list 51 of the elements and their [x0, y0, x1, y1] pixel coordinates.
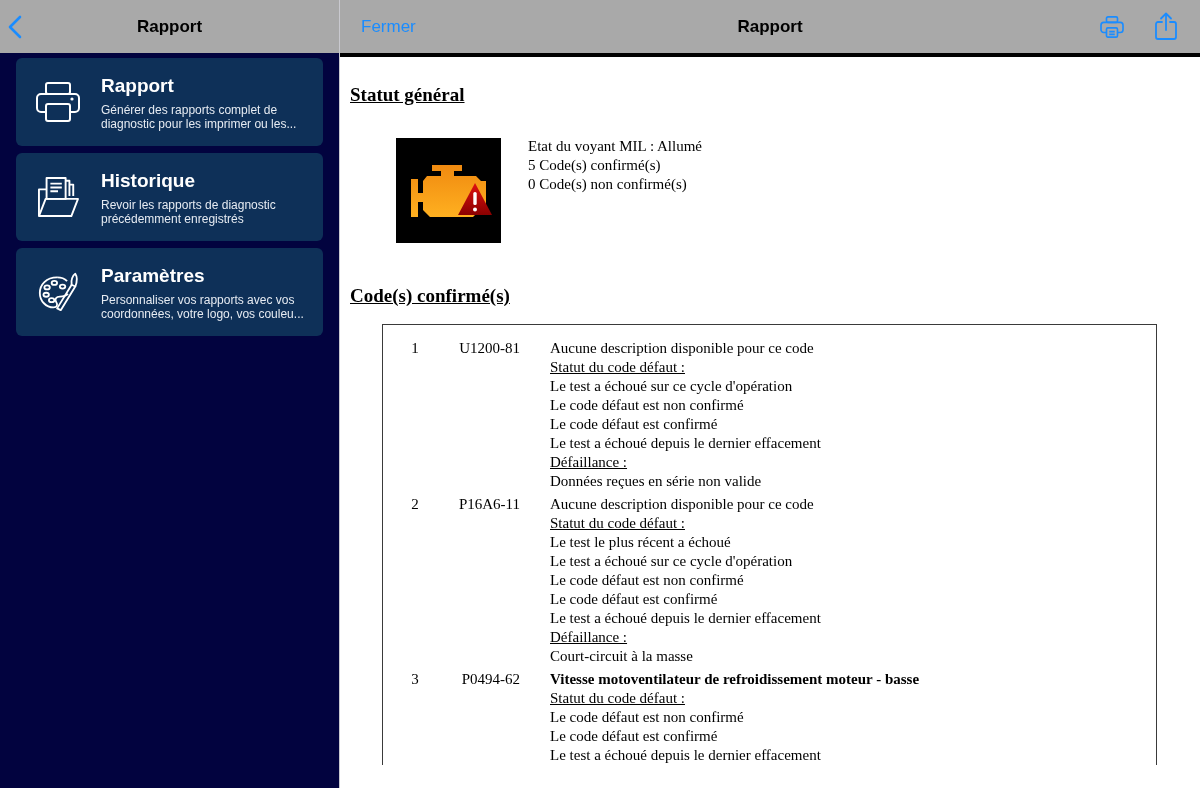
status-text: Etat du voyant MIL : Allumé [528, 137, 702, 156]
status-line: Le code défaut est confirmé [550, 590, 719, 609]
status-line: Le code défaut est confirmé [550, 727, 719, 746]
code-number: 1 [410, 339, 420, 358]
card-description: Revoir les rapports de diagnostic précédemment enregistrés [101, 198, 277, 226]
card-title: Rapport [101, 75, 175, 97]
printer-icon [36, 82, 80, 122]
failure-line: Données reçues en série non valide [550, 472, 763, 491]
print-icon[interactable] [1100, 15, 1124, 38]
status-line: Le code défaut est non confirmé [550, 571, 745, 590]
back-icon[interactable] [8, 14, 22, 39]
navigation-title: Rapport [737, 16, 803, 37]
fault-code: U1200-81 [458, 339, 520, 358]
section-heading: Statut général [350, 84, 466, 106]
status-line: Le test a échoué depuis le dernier effacement [550, 746, 822, 765]
status-line: Le code défaut est non confirmé [550, 396, 745, 415]
fault-code: P16A6-11 [457, 495, 520, 514]
code-number: 3 [410, 670, 420, 689]
status-heading: Statut du code défaut : [550, 514, 686, 533]
status-line: Le test a échoué depuis le dernier effacement [550, 434, 822, 453]
share-icon[interactable] [1155, 11, 1177, 40]
failure-heading: Défaillance : [550, 628, 629, 647]
card-title: Paramètres [101, 265, 206, 287]
status-text: 5 Code(s) confirmé(s) [528, 156, 662, 175]
fault-code: P0494-62 [460, 670, 520, 689]
folder-icon [36, 177, 80, 217]
code-description: Aucune description disponible pour ce code [550, 339, 815, 358]
card-description: Personnaliser vos rapports avec vos coordonnées, votre logo, vos couleu... [101, 293, 305, 321]
status-line: Le test a échoué sur ce cycle d'opération [550, 552, 794, 571]
palette-icon [36, 272, 80, 312]
menu-card[interactable]: Rapport Générer des rapports complet de diagnostic pour les imprimer ou les... [16, 58, 323, 146]
failure-line: Court-circuit à la masse [550, 647, 694, 666]
code-description: Aucune description disponible pour ce code [550, 495, 815, 514]
status-line: Le code défaut est confirmé [550, 415, 719, 434]
status-text: 0 Code(s) non confirmé(s) [528, 175, 688, 194]
menu-card[interactable]: Paramètres Personnaliser vos rapports avec vos coordonnées, votre logo, vos couleu... [16, 248, 323, 336]
status-line: Le test a échoué sur ce cycle d'opération [550, 377, 794, 396]
status-heading: Statut du code défaut : [550, 689, 686, 708]
status-line: Le code défaut est non confirmé [550, 708, 745, 727]
menu-card[interactable]: Historique Revoir les rapports de diagnostic précédemment enregistrés [16, 153, 323, 241]
status-line: Le test le plus récent a échoué [550, 533, 732, 552]
failure-heading: Défaillance : [550, 453, 629, 472]
engine-warning-icon [396, 138, 501, 243]
status-line: Le test a échoué depuis le dernier effacement [550, 609, 822, 628]
navigation-title: Rapport [135, 16, 204, 37]
code-number: 2 [410, 495, 420, 514]
section-heading: Code(s) confirmé(s) [350, 285, 511, 307]
card-title: Historique [101, 170, 196, 192]
code-description: Vitesse motoventilateur de refroidissement moteur - basse [550, 670, 921, 689]
status-heading: Statut du code défaut : [550, 358, 686, 377]
card-description: Générer des rapports complet de diagnostic pour les imprimer ou les... [101, 103, 298, 131]
